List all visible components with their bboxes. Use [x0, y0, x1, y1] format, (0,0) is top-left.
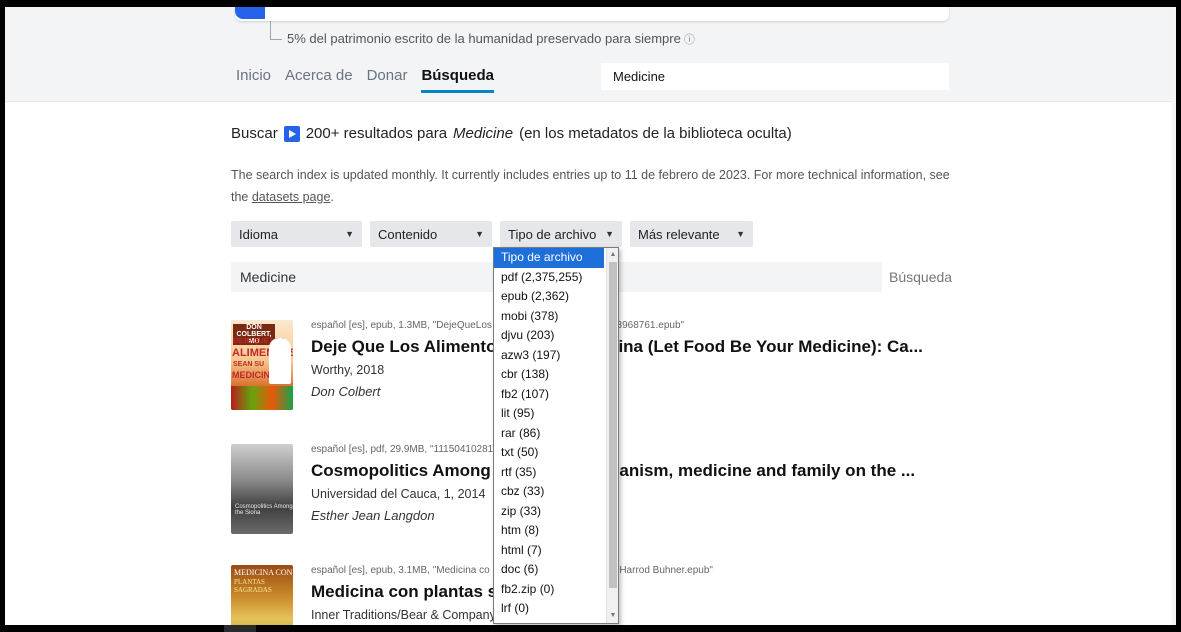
dropdown-option[interactable]: epub (2,362) — [494, 287, 618, 307]
search-bar-accent — [235, 7, 265, 19]
cover-line: Cosmopolitics Among the Siona — [235, 504, 293, 516]
result-author: Esther Jean Langdon — [311, 508, 435, 523]
dropdown-option[interactable]: rar (86) — [494, 424, 618, 444]
tagline-text: 5% del patrimonio escrito de la humanida… — [287, 31, 681, 46]
dropdown-option[interactable]: pdf (2,375,255) — [494, 268, 618, 288]
cover-illustration — [231, 386, 293, 410]
dropdown-scrollbar[interactable]: ▲ ▼ — [606, 248, 618, 623]
top-search-bar[interactable] — [235, 7, 949, 21]
chevron-down-icon: ▼ — [605, 229, 614, 239]
book-cover[interactable]: DON COLBERT, MD DEJE QUE LOS ALIMENTOS S… — [231, 320, 293, 410]
summary-term: Medicine — [453, 125, 514, 142]
orden-select[interactable]: Más relevante ▼ — [630, 221, 753, 247]
result-publisher: Inner Traditions/Bear & Company — [311, 608, 496, 622]
dropdown-option[interactable]: txt (50) — [494, 443, 618, 463]
result-title[interactable]: Medicina con plantas s — [311, 582, 497, 602]
dropdown-option[interactable]: doc (6) — [494, 560, 618, 580]
tipo-archivo-select[interactable]: Tipo de archivo ▼ — [500, 221, 622, 247]
tipo-archivo-select-value: Tipo de archivo — [508, 226, 597, 242]
summary-count: 200+ resultados para — [305, 125, 448, 142]
dropdown-option[interactable]: lit (95) — [494, 404, 618, 424]
results-summary: Buscar 200+ resultados para Medicine (en… — [231, 125, 792, 142]
info-icon[interactable]: ⓘ — [684, 34, 695, 46]
chevron-down-icon: ▼ — [736, 229, 745, 239]
tipo-archivo-dropdown-list[interactable]: Tipo de archivo pdf (2,375,255) epub (2,… — [493, 247, 619, 624]
datasets-link[interactable]: datasets page — [252, 190, 331, 204]
browser-viewport: 5% del patrimonio escrito de la humanida… — [5, 7, 1176, 625]
result-author: Don Colbert — [311, 384, 381, 399]
chevron-down-icon: ▼ — [345, 229, 354, 239]
orden-select-value: Más relevante — [638, 226, 720, 242]
result-title-start[interactable]: Cosmopolitics Among — [311, 461, 491, 480]
result-meta-start: español [es], epub, 1.3MB, "DejeQueLos — [311, 320, 492, 331]
dropdown-option[interactable]: fb2 (107) — [494, 385, 618, 405]
result-meta-start: español [es], epub, 3.1MB, "Medicina co — [311, 565, 490, 576]
dropdown-option[interactable]: zip (33) — [494, 502, 618, 522]
index-note: The search index is updated monthly. It … — [231, 164, 961, 208]
dropdown-option[interactable]: cbr (138) — [494, 365, 618, 385]
contenido-select[interactable]: Contenido ▼ — [370, 221, 492, 247]
result-meta: español [es], epub, 1.3MB, "DejeQueLos _3… — [311, 320, 684, 331]
result-title-end[interactable]: nanism, medicine and family on the ... — [609, 461, 915, 481]
result-title[interactable]: Deje Que Los Alimento cina (Let Food Be Y… — [311, 337, 923, 357]
dropdown-option[interactable]: cbz (33) — [494, 482, 618, 502]
index-note-end: . — [330, 190, 334, 204]
dropdown-option[interactable]: fb2.zip (0) — [494, 580, 618, 600]
dropdown-option[interactable]: Tipo de archivo — [494, 248, 604, 268]
result-meta-end: _3968761.epub" — [611, 320, 685, 331]
idioma-select[interactable]: Idioma ▼ — [231, 221, 362, 247]
main-nav: Inicio Acerca de Donar Búsqueda — [236, 67, 494, 93]
dropdown-option[interactable]: lrf (0) — [494, 599, 618, 619]
cover-line: SEAN SU — [233, 361, 265, 368]
chevron-down-icon: ▼ — [475, 229, 484, 239]
scroll-down-icon[interactable]: ▼ — [607, 609, 618, 623]
dropdown-option[interactable]: djvu (203) — [494, 326, 618, 346]
dropdown-option[interactable]: rtf (35) — [494, 463, 618, 483]
dropdown-option[interactable]: htm (8) — [494, 521, 618, 541]
book-cover[interactable]: MEDICINA CON PLANTAS SAGRADAS — [231, 565, 293, 625]
header-search-input[interactable] — [601, 63, 949, 90]
nav-acerca-de[interactable]: Acerca de — [285, 67, 353, 93]
tagline: 5% del patrimonio escrito de la humanida… — [287, 31, 695, 47]
play-icon[interactable] — [283, 125, 300, 142]
result-title-end[interactable]: cina (Let Food Be Your Medicine): Ca... — [609, 337, 923, 357]
summary-prefix: Buscar — [231, 125, 278, 142]
result-publisher: Universidad del Cauca, 1, 2014 — [311, 487, 486, 501]
scroll-up-icon[interactable]: ▲ — [607, 248, 618, 262]
dropdown-option[interactable]: html (7) — [494, 541, 618, 561]
result-meta: español [es], epub, 3.1MB, "Medicina co n… — [311, 565, 713, 576]
nav-busqueda[interactable]: Búsqueda — [421, 67, 494, 93]
scrollbar-thumb[interactable] — [609, 262, 617, 588]
index-note-text: The search index is updated monthly. It … — [231, 168, 950, 204]
taskbar-fragment — [224, 625, 256, 632]
summary-suffix: (en los metadatos de la biblioteca ocult… — [519, 125, 792, 142]
result-meta: español [es], pdf, 29.9MB, "11150410281 — [311, 444, 494, 455]
filter-bar: Idioma ▼ Contenido ▼ Tipo de archivo ▼ M… — [231, 221, 753, 247]
page-scrollbar[interactable] — [1172, 7, 1176, 625]
dropdown-option[interactable]: azw3 (197) — [494, 346, 618, 366]
cover-line: MEDICINA CON — [234, 568, 293, 577]
search-submit-button[interactable]: Búsqueda — [889, 262, 952, 292]
nav-inicio[interactable]: Inicio — [236, 67, 271, 93]
result-title-start[interactable]: Deje Que Los Alimento — [311, 337, 496, 356]
result-publisher: Worthy, 2018 — [311, 363, 385, 377]
tagline-connector — [270, 21, 282, 40]
book-cover[interactable]: Cosmopolitics Among the Siona — [231, 444, 293, 534]
site-header: 5% del patrimonio escrito de la humanida… — [5, 7, 1176, 102]
contenido-select-value: Contenido — [378, 226, 438, 242]
cover-illustration — [269, 338, 291, 384]
dropdown-option[interactable]: mobi (378) — [494, 307, 618, 327]
result-title[interactable]: Cosmopolitics Among nanism, medicine and … — [311, 461, 915, 481]
result-meta-end: n Harrod Buhner.epub" — [611, 565, 713, 576]
nav-donar[interactable]: Donar — [367, 67, 408, 93]
idioma-select-value: Idioma — [239, 226, 279, 242]
cover-line: PLANTAS SAGRADAS — [234, 578, 272, 594]
